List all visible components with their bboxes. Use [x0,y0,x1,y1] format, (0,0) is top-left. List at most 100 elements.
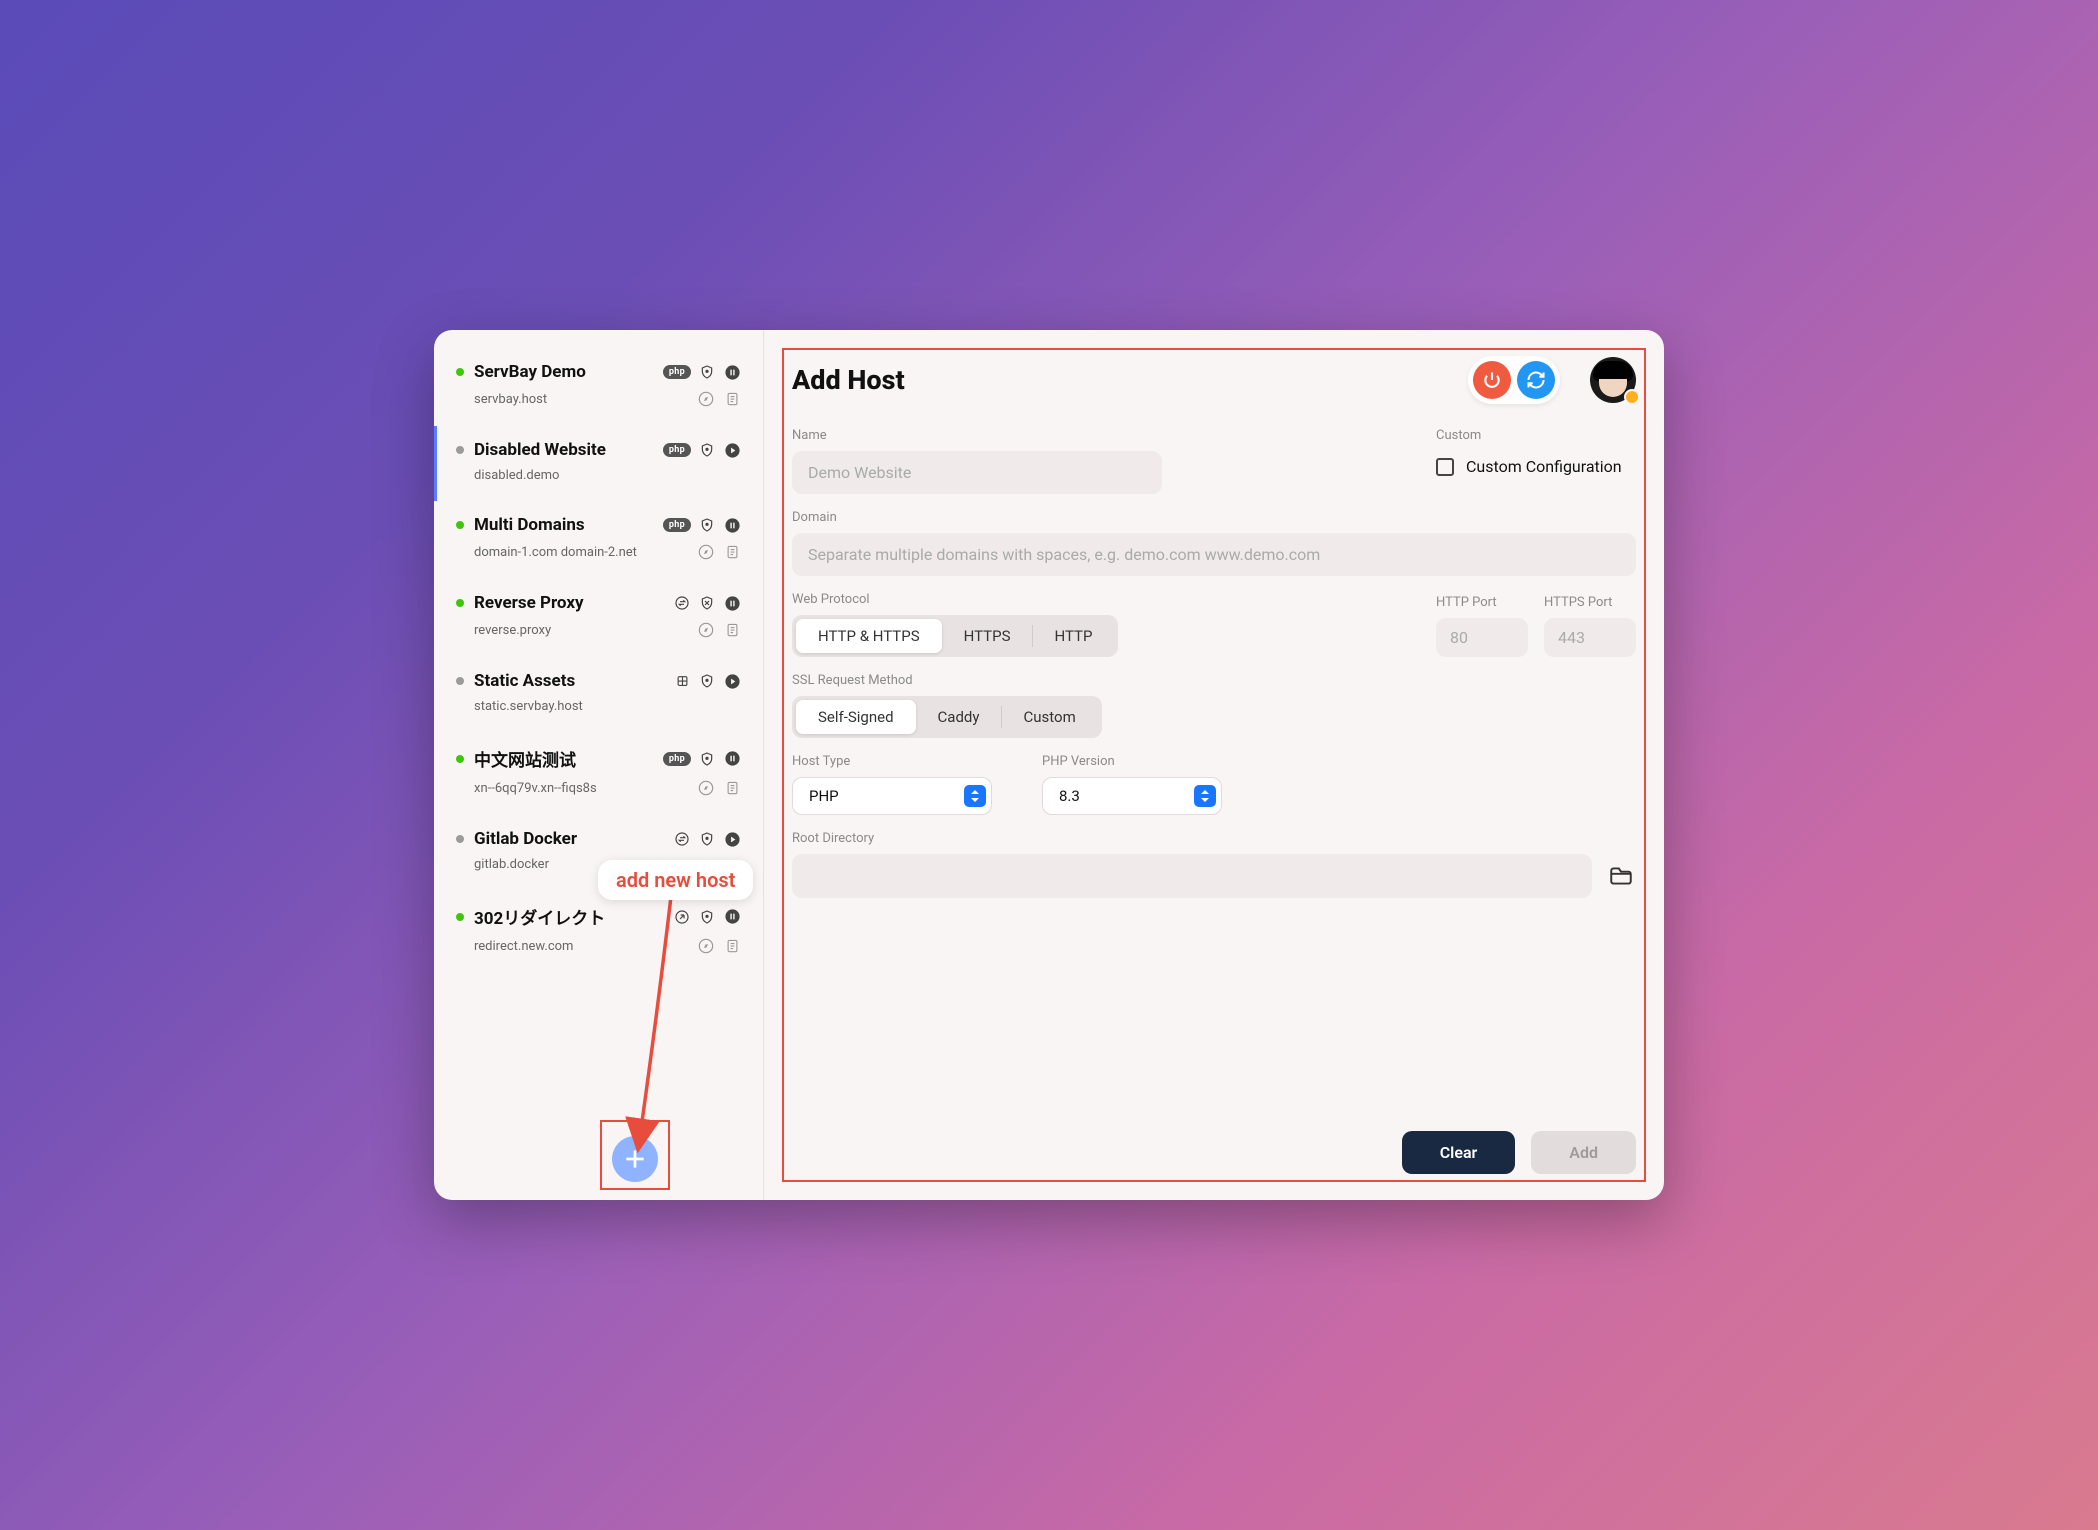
status-dot [456,913,464,921]
host-item[interactable]: 中文网站测试phpxn--6qq79v.xn--fiqs8s [434,732,763,815]
user-avatar[interactable] [1590,357,1636,403]
php-badge: php [663,752,691,766]
host-name: Reverse Proxy [474,593,663,613]
play-icon[interactable] [723,441,741,459]
compass-icon[interactable] [697,543,715,561]
host-type-select[interactable]: PHP [792,777,992,815]
shield-icon[interactable] [698,363,716,381]
shield-x-icon[interactable] [698,594,716,612]
host-name: ServBay Demo [474,362,653,382]
host-item[interactable]: Reverse Proxy reverse.proxy [434,579,763,657]
footer: Clear Add [792,1131,1636,1174]
pause-icon[interactable] [723,594,741,612]
play-icon[interactable] [723,672,741,690]
refresh-button[interactable] [1517,361,1555,399]
ssl-label: SSL Request Method [792,673,1102,688]
domain-label: Domain [792,510,1636,525]
app-window: ServBay Demophpservbay.hostDisabled Webs… [434,330,1664,1200]
page-title: Add Host [792,364,1452,396]
host-name: Disabled Website [474,440,653,460]
https-port-input[interactable] [1544,618,1636,657]
clear-button[interactable]: Clear [1402,1131,1516,1174]
http-port-label: HTTP Port [1436,595,1528,610]
compass-icon[interactable] [697,621,715,639]
shield-icon[interactable] [698,672,716,690]
root-dir-label: Root Directory [792,831,1636,846]
avatar-badge-icon [1624,389,1640,405]
host-item[interactable]: 302リダイレクト redirect.new.com [434,890,763,973]
host-domain: gitlab.docker [474,857,549,872]
root-dir-input[interactable] [792,854,1592,898]
status-dot [456,446,464,454]
host-name: Multi Domains [474,515,653,535]
add-button[interactable]: Add [1531,1131,1636,1174]
ssl-segmented: Self-SignedCaddyCustom [792,696,1102,738]
redirect-icon [673,908,691,926]
custom-config-label: Custom Configuration [1466,457,1622,476]
host-domain: domain-1.com domain-2.net [474,545,637,560]
note-icon[interactable] [723,390,741,408]
pause-icon[interactable] [723,516,741,534]
host-name: Static Assets [474,671,663,691]
segment-option[interactable]: Caddy [916,700,1002,734]
host-name: 中文网站测试 [474,746,653,771]
segment-option[interactable]: HTTPS [942,619,1033,653]
folder-icon[interactable] [1606,863,1636,889]
annotation-tooltip: add new host [598,860,753,900]
compass-icon[interactable] [697,937,715,955]
status-dot [456,521,464,529]
pause-icon[interactable] [723,908,741,926]
status-dot [456,835,464,843]
segment-option[interactable]: Custom [1002,700,1098,734]
note-icon[interactable] [723,543,741,561]
php-badge: php [663,443,691,457]
host-domain: disabled.demo [474,468,559,483]
segment-option[interactable]: HTTP & HTTPS [796,619,942,653]
protocol-label: Web Protocol [792,592,1118,607]
shield-icon[interactable] [698,830,716,848]
host-list-sidebar: ServBay Demophpservbay.hostDisabled Webs… [434,330,764,1200]
status-dot [456,599,464,607]
refresh-icon [1526,370,1546,390]
shield-icon[interactable] [698,750,716,768]
play-icon[interactable] [723,830,741,848]
name-input[interactable] [792,451,1162,494]
segment-option[interactable]: HTTP [1033,619,1115,653]
host-domain: redirect.new.com [474,939,573,954]
header-buttons [1468,356,1560,404]
compass-icon[interactable] [697,779,715,797]
host-domain: reverse.proxy [474,623,551,638]
shield-icon[interactable] [698,516,716,534]
host-item[interactable]: Disabled Website php disabled.demo [434,426,763,501]
http-port-input[interactable] [1436,618,1528,657]
custom-config-checkbox[interactable] [1436,458,1454,476]
php-badge: php [663,518,691,532]
main-panel: Add Host Name Custom [764,330,1664,1200]
add-host-fab[interactable] [612,1136,658,1182]
domain-input[interactable] [792,533,1636,576]
host-item[interactable]: ServBay Demophpservbay.host [434,348,763,426]
pause-icon[interactable] [723,363,741,381]
segment-option[interactable]: Self-Signed [796,700,916,734]
php-badge: php [663,365,691,379]
power-icon [1482,370,1502,390]
plus-icon [622,1146,648,1172]
compass-icon[interactable] [697,390,715,408]
host-item[interactable]: Static Assetsstatic.servbay.host [434,657,763,732]
shield-icon[interactable] [698,441,716,459]
shield-icon[interactable] [698,908,716,926]
status-dot [456,677,464,685]
host-item[interactable]: Multi Domains php domain-1.com domain-2.ne… [434,501,763,579]
protocol-segmented: HTTP & HTTPSHTTPSHTTP [792,615,1118,657]
swap-icon [673,594,691,612]
note-icon[interactable] [723,621,741,639]
note-icon[interactable] [723,937,741,955]
pause-icon[interactable] [723,750,741,768]
host-name: Gitlab Docker [474,829,663,849]
php-version-select[interactable]: 8.3 [1042,777,1222,815]
host-name: 302リダイレクト [474,904,663,929]
status-dot [456,755,464,763]
power-button[interactable] [1473,361,1511,399]
note-icon[interactable] [723,779,741,797]
name-label: Name [792,428,1396,443]
